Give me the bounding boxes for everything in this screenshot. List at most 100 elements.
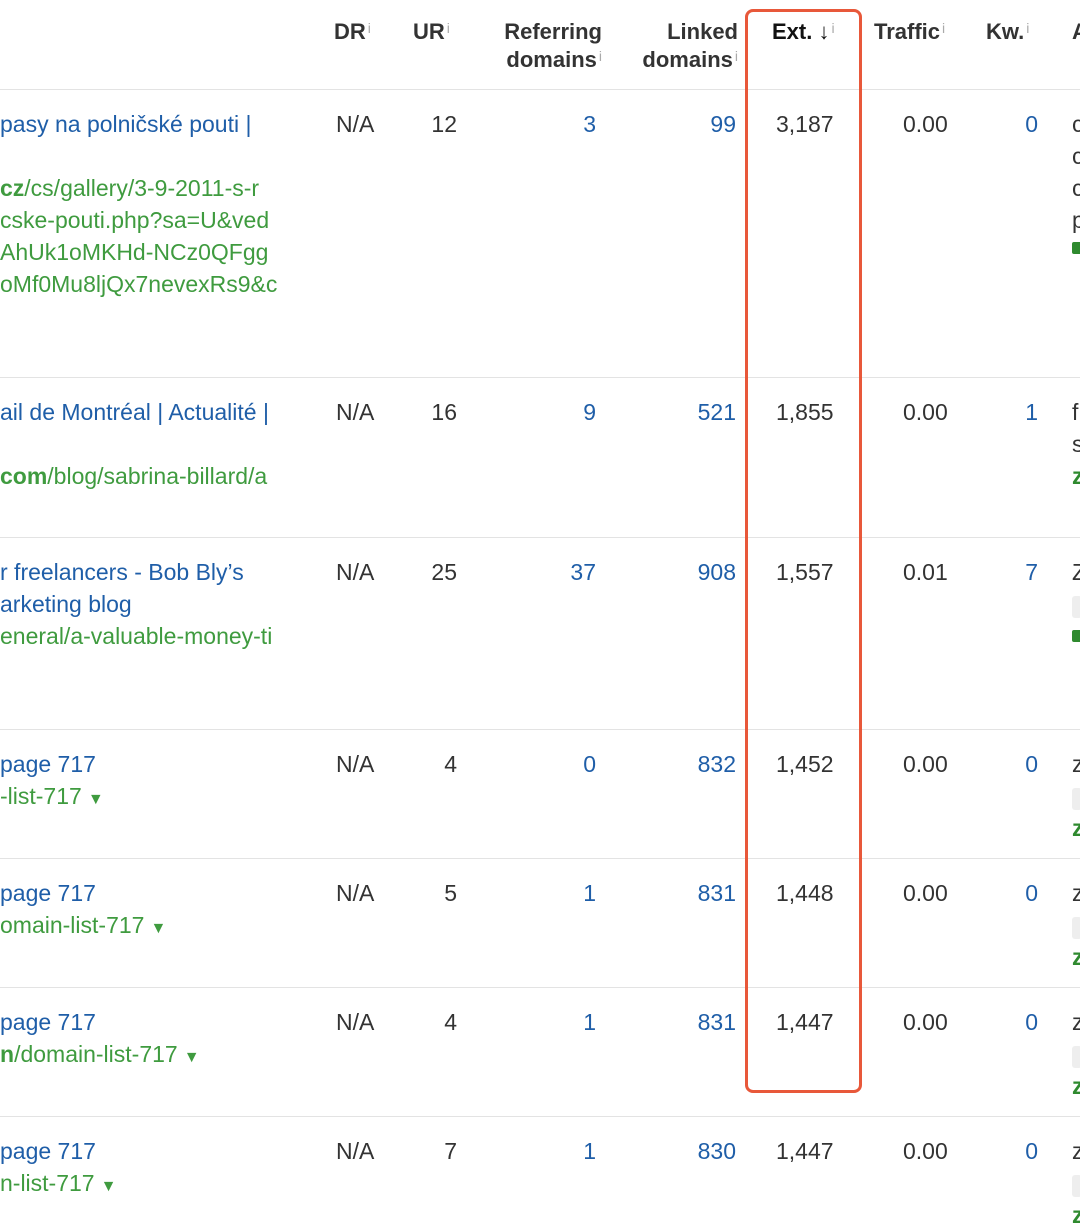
info-icon[interactable]: i — [1026, 20, 1029, 36]
referring-domains-link[interactable]: 3 — [500, 108, 596, 140]
page-url-link[interactable]: eneral/a-valuable-money-ti — [0, 620, 272, 652]
linked-domains-link[interactable]: 830 — [640, 1135, 736, 1167]
dr-value: N/A — [336, 559, 375, 585]
column-header-next[interactable]: A — [1072, 18, 1080, 46]
lock-icon — [1072, 630, 1080, 642]
clipped-cell-text: z — [1072, 1202, 1080, 1228]
page-title-link[interactable]: page 717 — [0, 1006, 96, 1038]
linked-domains-link[interactable]: 831 — [640, 1006, 736, 1038]
dropdown-caret-icon[interactable]: ▼ — [150, 920, 166, 937]
page-url-link[interactable]: cske-pouti.php?sa=U&ved — [0, 204, 269, 236]
traffic-value: 0.00 — [903, 1009, 948, 1035]
info-icon[interactable]: i — [942, 20, 945, 36]
clipped-cell-text: z — [1072, 880, 1080, 906]
page-url-link[interactable]: com/blog/sabrina-billard/a — [0, 460, 267, 492]
keywords-link[interactable]: 0 — [990, 877, 1038, 909]
referring-domains-link[interactable]: 1 — [500, 1006, 596, 1038]
referring-domains-link[interactable]: 1 — [500, 1135, 596, 1167]
page-title-link[interactable]: page 717 — [0, 1135, 96, 1167]
url-domain-part: com — [0, 463, 48, 489]
dr-value: N/A — [336, 751, 375, 777]
ur-value: 12 — [431, 111, 457, 137]
keywords-link[interactable]: 7 — [990, 556, 1038, 588]
linked-domains-link[interactable]: 521 — [640, 396, 736, 428]
keywords-link[interactable]: 1 — [990, 396, 1038, 428]
page-title-link[interactable]: page 717 — [0, 748, 96, 780]
divider — [0, 1116, 1080, 1117]
dr-value: N/A — [336, 880, 375, 906]
page-title-link[interactable]: arketing blog — [0, 588, 132, 620]
clipped-cell-text: z — [1072, 1009, 1080, 1035]
divider — [0, 89, 1080, 90]
traffic-value: 0.00 — [903, 751, 948, 777]
column-header-traffic[interactable]: Traffic i — [874, 18, 945, 46]
page-title-link[interactable]: ail de Montréal | Actualité | — [0, 396, 269, 428]
traffic-value: 0.00 — [903, 880, 948, 906]
divider — [0, 729, 1080, 730]
dropdown-caret-icon[interactable]: ▼ — [101, 1178, 117, 1195]
column-header-referring-domains[interactable]: Referring domains i — [492, 18, 602, 74]
clipped-cell-text: c — [1072, 111, 1080, 137]
clipped-cell-text: z — [1072, 463, 1080, 489]
clipped-cell-text: z — [1072, 751, 1080, 777]
dropdown-caret-icon[interactable]: ▼ — [88, 791, 104, 808]
referring-domains-link[interactable]: 1 — [500, 877, 596, 909]
page-url-link[interactable]: omain-list-717 ▼ — [0, 909, 166, 945]
ext-value: 1,447 — [776, 1138, 834, 1164]
ur-value: 16 — [431, 399, 457, 425]
url-domain-part: cz — [0, 175, 25, 201]
linked-domains-link[interactable]: 99 — [640, 108, 736, 140]
info-icon[interactable]: i — [447, 20, 450, 36]
referring-domains-link[interactable]: 0 — [500, 748, 596, 780]
ur-value: 5 — [444, 880, 457, 906]
info-icon[interactable]: i — [735, 48, 738, 64]
info-icon[interactable]: i — [599, 48, 602, 64]
dr-value: N/A — [336, 111, 375, 137]
column-header-ur[interactable]: UR i — [413, 18, 450, 46]
page-url-link[interactable]: AhUk1oMKHd-NCz0QFgg — [0, 236, 268, 268]
linked-domains-link[interactable]: 832 — [640, 748, 736, 780]
referring-domains-link[interactable]: 37 — [500, 556, 596, 588]
dr-value: N/A — [336, 399, 375, 425]
clipped-cell-text: s — [1072, 431, 1080, 457]
page-url-link[interactable]: oMf0Mu8ljQx7nevexRs9&c — [0, 268, 277, 300]
traffic-value: 0.00 — [903, 111, 948, 137]
tag-badge — [1072, 596, 1080, 618]
page-title-link[interactable]: r freelancers - Bob Bly’s — [0, 556, 244, 588]
clipped-cell-text: p — [1072, 207, 1080, 233]
tag-badge — [1072, 788, 1080, 810]
keywords-link[interactable]: 0 — [990, 1006, 1038, 1038]
column-header-keywords[interactable]: Kw. i — [986, 18, 1029, 46]
page-title-link[interactable]: pasy na polničské pouti | — [0, 108, 251, 140]
keywords-link[interactable]: 0 — [990, 1135, 1038, 1167]
divider — [0, 377, 1080, 378]
column-header-linked-domains[interactable]: Linked domains i — [626, 18, 738, 74]
keywords-link[interactable]: 0 — [990, 748, 1038, 780]
page-title-link[interactable]: page 717 — [0, 877, 96, 909]
url-domain-part: n — [0, 1041, 15, 1067]
column-header-dr[interactable]: DR i — [334, 18, 371, 46]
keywords-link[interactable]: 0 — [990, 108, 1038, 140]
clipped-cell-text: z — [1072, 1073, 1080, 1099]
lock-icon — [1072, 242, 1080, 254]
ur-value: 7 — [444, 1138, 457, 1164]
info-icon[interactable]: i — [368, 20, 371, 36]
tag-badge — [1072, 1046, 1080, 1068]
page-url-link[interactable]: n-list-717 ▼ — [0, 1167, 116, 1203]
page-url-link[interactable]: cz/cs/gallery/3-9-2011-s-r — [0, 172, 259, 204]
clipped-cell-text: f — [1072, 399, 1079, 425]
tag-badge — [1072, 1175, 1080, 1197]
divider — [0, 987, 1080, 988]
linked-domains-link[interactable]: 908 — [640, 556, 736, 588]
divider — [0, 858, 1080, 859]
dr-value: N/A — [336, 1138, 375, 1164]
linked-domains-link[interactable]: 831 — [640, 877, 736, 909]
clipped-cell-text: z — [1072, 815, 1080, 841]
dr-value: N/A — [336, 1009, 375, 1035]
clipped-cell-text: c — [1072, 143, 1080, 169]
page-url-link[interactable]: -list-717 ▼ — [0, 780, 104, 816]
ur-value: 25 — [431, 559, 457, 585]
referring-domains-link[interactable]: 9 — [500, 396, 596, 428]
page-url-link[interactable]: n/domain-list-717 ▼ — [0, 1038, 200, 1074]
dropdown-caret-icon[interactable]: ▼ — [184, 1049, 200, 1066]
